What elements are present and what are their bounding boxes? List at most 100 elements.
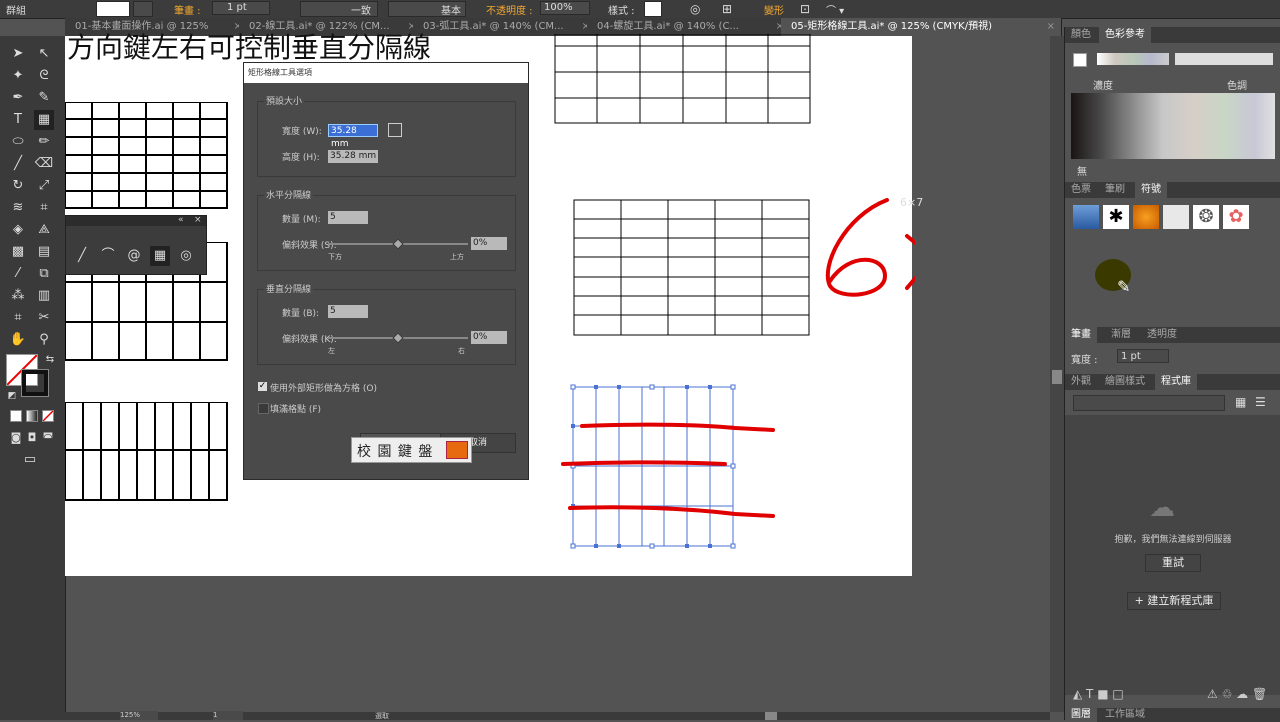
zoom-tool-icon[interactable]: ⚲ <box>34 330 54 350</box>
h-skew-input[interactable]: 0% <box>471 237 507 250</box>
color-guide-swatches[interactable] <box>1071 93 1275 159</box>
stroke-color-swatch[interactable] <box>21 369 49 397</box>
tab-color-guide[interactable]: 色彩參考 <box>1099 27 1151 43</box>
scroll-thumb[interactable] <box>1052 370 1062 384</box>
tab-swatches[interactable]: 色票 <box>1065 182 1097 198</box>
free-transform-tool-icon[interactable]: ⌗ <box>34 198 54 218</box>
isolate-icon[interactable]: ⌒ ▾ <box>826 2 844 17</box>
weight-field[interactable]: 1 pt <box>1117 349 1169 363</box>
page-field[interactable]: 1 <box>213 711 243 720</box>
width-input[interactable]: 35.28 mm <box>328 124 378 149</box>
symbol-sprayer-tool-icon[interactable]: ⁂ <box>8 286 28 306</box>
hand-tool-icon[interactable]: ✋ <box>8 330 28 350</box>
library-select[interactable] <box>1073 395 1225 411</box>
rectangular-grid-tool-icon[interactable]: ▦ <box>34 110 54 130</box>
none-mode-icon[interactable] <box>42 410 54 422</box>
base-color-swatch[interactable] <box>1073 53 1087 67</box>
swap-colors-icon[interactable]: ⇆ <box>40 350 60 370</box>
rectangular-grid-tool-icon[interactable]: ▦ <box>150 246 170 266</box>
rotate-tool-icon[interactable]: ↻ <box>8 176 28 196</box>
recolor-icon[interactable]: ◎ <box>690 2 700 16</box>
zoom-field[interactable]: 125% <box>120 711 158 720</box>
symbol-item[interactable] <box>1073 205 1099 229</box>
v-skew-knob[interactable] <box>392 332 404 344</box>
symbol-item[interactable] <box>1133 205 1159 229</box>
artboard-tool-icon[interactable]: ⌗ <box>8 308 28 328</box>
gradient-tool-icon[interactable]: ▤ <box>34 242 54 262</box>
close-icon[interactable]: × <box>1047 18 1055 36</box>
tab-color[interactable]: 顏色 <box>1065 27 1097 43</box>
ellipse-tool-icon[interactable]: ⬭ <box>8 132 28 152</box>
tab-appearance[interactable]: 外觀 <box>1065 374 1097 390</box>
height-input[interactable]: 35.28 mm <box>328 150 378 163</box>
pen-tool-icon[interactable]: ✒ <box>8 88 28 108</box>
magic-wand-tool-icon[interactable]: ✦ <box>8 66 28 86</box>
brush-tool-icon[interactable]: ╱ <box>8 154 28 174</box>
tab-symbols[interactable]: 符號 <box>1135 182 1167 198</box>
scale-tool-icon[interactable]: ⤢ <box>34 176 54 196</box>
ime-mode-icon[interactable] <box>446 441 468 459</box>
direct-selection-tool-icon[interactable]: ↖ <box>34 44 54 64</box>
selection-tool-icon[interactable]: ➤ <box>8 44 28 64</box>
column-graph-tool-icon[interactable]: ▥ <box>34 286 54 306</box>
reference-point-icon[interactable] <box>388 123 402 137</box>
use-outer-checkbox[interactable]: ✓ <box>258 382 267 391</box>
shape-builder-tool-icon[interactable]: ◈ <box>8 220 28 240</box>
harmony-bar[interactable] <box>1097 53 1169 65</box>
lasso-tool-icon[interactable]: ᘓ <box>34 66 54 86</box>
symbol-item[interactable]: ❂ <box>1193 205 1219 229</box>
tab-graphic-styles[interactable]: 繪圖樣式 <box>1099 374 1151 390</box>
v-skew-input[interactable]: 0% <box>471 331 507 344</box>
eraser-tool-icon[interactable]: ⌫ <box>34 154 54 174</box>
grid-sample-3[interactable] <box>65 402 229 502</box>
gradient-mode-icon[interactable] <box>26 410 38 422</box>
style-swatch[interactable] <box>644 1 662 17</box>
polar-grid-tool-icon[interactable]: ◎ <box>176 246 196 266</box>
symbol-item[interactable] <box>1163 205 1189 229</box>
symbol-item[interactable]: ✱ <box>1103 205 1129 229</box>
tab-transparency[interactable]: 透明度 <box>1141 327 1183 343</box>
brush-select[interactable]: 基本 <box>388 1 466 17</box>
tab-doc-5[interactable]: 05-矩形格線工具.ai* @ 125% (CMYK/預視) × <box>781 18 1062 36</box>
arrange-icon[interactable]: ⊡ <box>800 2 810 16</box>
warp-tool-icon[interactable]: ≋ <box>8 198 28 218</box>
slice-tool-icon[interactable]: ✂ <box>34 308 54 328</box>
draw-inside-icon[interactable]: ◚ <box>38 428 58 448</box>
tab-brushes[interactable]: 筆刷 <box>1099 182 1131 198</box>
ime-toolbar[interactable]: 校 園 鍵 盤 <box>351 437 472 463</box>
curvature-tool-icon[interactable]: ✎ <box>34 88 54 108</box>
type-tool-icon[interactable]: T <box>8 110 28 130</box>
tab-gradient[interactable]: 漸層 <box>1105 327 1137 343</box>
harmony-select[interactable] <box>1175 53 1273 65</box>
grid-sample-4[interactable] <box>554 34 812 126</box>
close-icon[interactable]: × <box>194 215 202 225</box>
fill-swatch[interactable] <box>96 1 130 17</box>
stroke-swatch[interactable] <box>133 1 153 17</box>
v-count-input[interactable]: 5 <box>328 305 368 318</box>
fill-grid-checkbox[interactable] <box>258 403 269 414</box>
libraries-footer-actions[interactable]: ⚠ ♲ ☁ 🗑 <box>1207 687 1267 701</box>
h-count-input[interactable]: 5 <box>328 211 368 224</box>
screen-mode-icon[interactable]: ▭ <box>20 450 40 470</box>
new-library-button[interactable]: + 建立新程式庫 <box>1127 592 1221 610</box>
hscroll-thumb[interactable] <box>765 712 777 720</box>
variable-width-select[interactable]: 一致 <box>300 1 378 17</box>
line-tool-icon[interactable]: ╱ <box>72 246 92 266</box>
spiral-tool-icon[interactable]: @ <box>124 246 144 266</box>
perspective-grid-tool-icon[interactable]: ⟁ <box>34 220 54 240</box>
stroke-weight-field[interactable]: 1 pt <box>212 1 270 15</box>
blend-tool-icon[interactable]: ⧉ <box>34 264 54 284</box>
default-colors-icon[interactable]: ◩ <box>2 386 22 406</box>
grid-view-icon[interactable]: ▦ <box>1235 395 1246 409</box>
vertical-scrollbar[interactable] <box>1050 36 1064 712</box>
eyedropper-tool-icon[interactable]: ⁄ <box>8 264 28 284</box>
transform-link[interactable]: 變形 <box>764 2 784 17</box>
tab-stroke[interactable]: 筆畫 <box>1065 327 1097 343</box>
align-icon[interactable]: ⊞ <box>722 2 732 16</box>
libraries-footer-icons[interactable]: ◭ T ■ □ <box>1073 687 1124 701</box>
collapse-icon[interactable]: « <box>178 215 184 225</box>
mesh-tool-icon[interactable]: ▩ <box>8 242 28 262</box>
retry-button[interactable]: 重試 <box>1145 554 1201 572</box>
list-view-icon[interactable]: ☰ <box>1255 395 1266 409</box>
grid-sample-1[interactable] <box>65 102 229 210</box>
